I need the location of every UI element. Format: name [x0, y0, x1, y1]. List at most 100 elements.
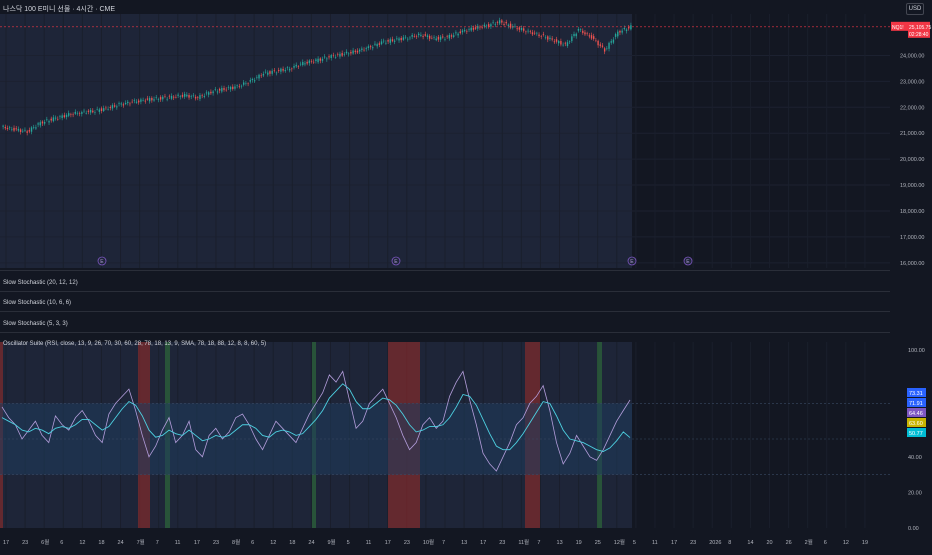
candle-body [365, 48, 367, 50]
candle-body [214, 89, 216, 91]
candle-body [337, 53, 339, 55]
candle-body [481, 27, 483, 28]
candle-body [409, 37, 411, 39]
candle-body [175, 97, 177, 98]
time-tick-label: 11 [366, 540, 372, 546]
candle-body [271, 70, 273, 74]
stoch-label-5[interactable]: Slow Stochastic (5, 3, 3) [3, 321, 68, 327]
symbol-title[interactable]: 나스닥 100 E미니 선물 · 4시간 · CME [3, 4, 115, 14]
candle-body [243, 82, 245, 85]
candle-body [227, 87, 230, 89]
candle-body [15, 128, 17, 130]
price-tick-label: 21,000.00 [900, 131, 924, 137]
candle-body [258, 74, 260, 79]
candle-body [330, 55, 332, 59]
candle-body [203, 95, 206, 97]
candle-body [264, 71, 267, 73]
candle-body [100, 108, 103, 112]
candle-body [339, 53, 341, 57]
highlight-range [0, 14, 632, 268]
candle-body [617, 31, 619, 37]
candle-body [92, 110, 94, 113]
candle-body [89, 109, 92, 113]
chart-root[interactable]: 24,000.00 23,000.00 22,000.00 21,000.00 20,0… [0, 0, 932, 550]
candle-body [463, 30, 466, 32]
pane-separator[interactable] [0, 311, 890, 312]
candle-body [232, 86, 234, 89]
candle-body [65, 114, 68, 118]
candle-body [218, 88, 221, 91]
candle-body [278, 70, 280, 71]
candle-body [621, 30, 623, 33]
pane-separator[interactable] [0, 270, 890, 271]
candle-body [564, 42, 566, 44]
candle-body [492, 22, 494, 23]
candle-body [352, 50, 354, 54]
candle-body [391, 39, 394, 42]
currency-button[interactable]: USD [906, 3, 924, 15]
candle-body [286, 67, 289, 68]
candle-body [582, 30, 584, 33]
candle-body [529, 31, 531, 32]
candle-body [496, 21, 499, 23]
time-tick-label: 7 [156, 540, 159, 546]
candle-body [98, 109, 101, 112]
chart-canvas[interactable]: 24,000.00 23,000.00 22,000.00 21,000.00 20,0… [0, 0, 932, 550]
pane-separator[interactable] [0, 332, 890, 333]
candle-body [48, 121, 50, 123]
candle-body [238, 86, 241, 87]
price-tick-label: 23,000.00 [900, 79, 924, 85]
candle-body [426, 35, 429, 37]
candle-body [181, 94, 184, 97]
stoch-label-10[interactable]: Slow Stochastic (10, 6, 6) [3, 300, 71, 306]
time-tick-label: 8 [728, 540, 731, 546]
candle-body [68, 113, 70, 116]
candle-body [402, 37, 405, 40]
candle-body [538, 34, 540, 37]
pane-separator[interactable] [0, 291, 890, 292]
candle-body [326, 58, 328, 60]
candle-body [223, 88, 225, 90]
candle-body [8, 126, 11, 128]
candle-body [317, 58, 319, 63]
candle-body [372, 47, 374, 49]
candle-body [173, 96, 175, 98]
candle-body [387, 40, 389, 42]
candle-body [442, 36, 444, 38]
time-tick-label: 26 [786, 540, 792, 546]
candle-body [148, 98, 151, 102]
candle-body [369, 46, 372, 48]
candle-body [229, 87, 232, 90]
candle-body [501, 20, 503, 23]
time-tick-label: 24 [308, 540, 314, 546]
candle-body [527, 30, 529, 32]
candle-body [234, 86, 236, 89]
candle-body [124, 102, 127, 105]
candle-body [516, 28, 518, 30]
candle-body [389, 39, 391, 43]
time-tick-label: 12 [270, 540, 276, 546]
candle-body [168, 95, 171, 97]
candle-body [109, 106, 111, 108]
price-tick-label: 20,000.00 [900, 157, 924, 163]
candle-body [536, 32, 538, 34]
candle-body [558, 41, 560, 44]
candle-body [358, 49, 361, 52]
stoch-label-20[interactable]: Slow Stochastic (20, 12, 12) [3, 280, 78, 286]
candle-body [212, 91, 214, 94]
candle-body [256, 77, 258, 79]
candle-body [17, 128, 20, 131]
candle-body [348, 53, 350, 55]
candle-body [245, 83, 247, 84]
candle-body [260, 75, 262, 77]
candle-body [586, 32, 588, 34]
time-tick-label: 10월 [423, 538, 434, 546]
price-tick-label: 16,000.00 [900, 261, 924, 267]
candle-body [579, 29, 582, 30]
candle-body [105, 107, 107, 109]
candle-body [573, 34, 575, 37]
candle-body [142, 100, 144, 101]
candle-body [603, 48, 606, 52]
oscillator-label[interactable]: Oscillator Suite (RSI, close, 13, 9, 26,… [3, 341, 266, 347]
candle-body [354, 50, 356, 52]
